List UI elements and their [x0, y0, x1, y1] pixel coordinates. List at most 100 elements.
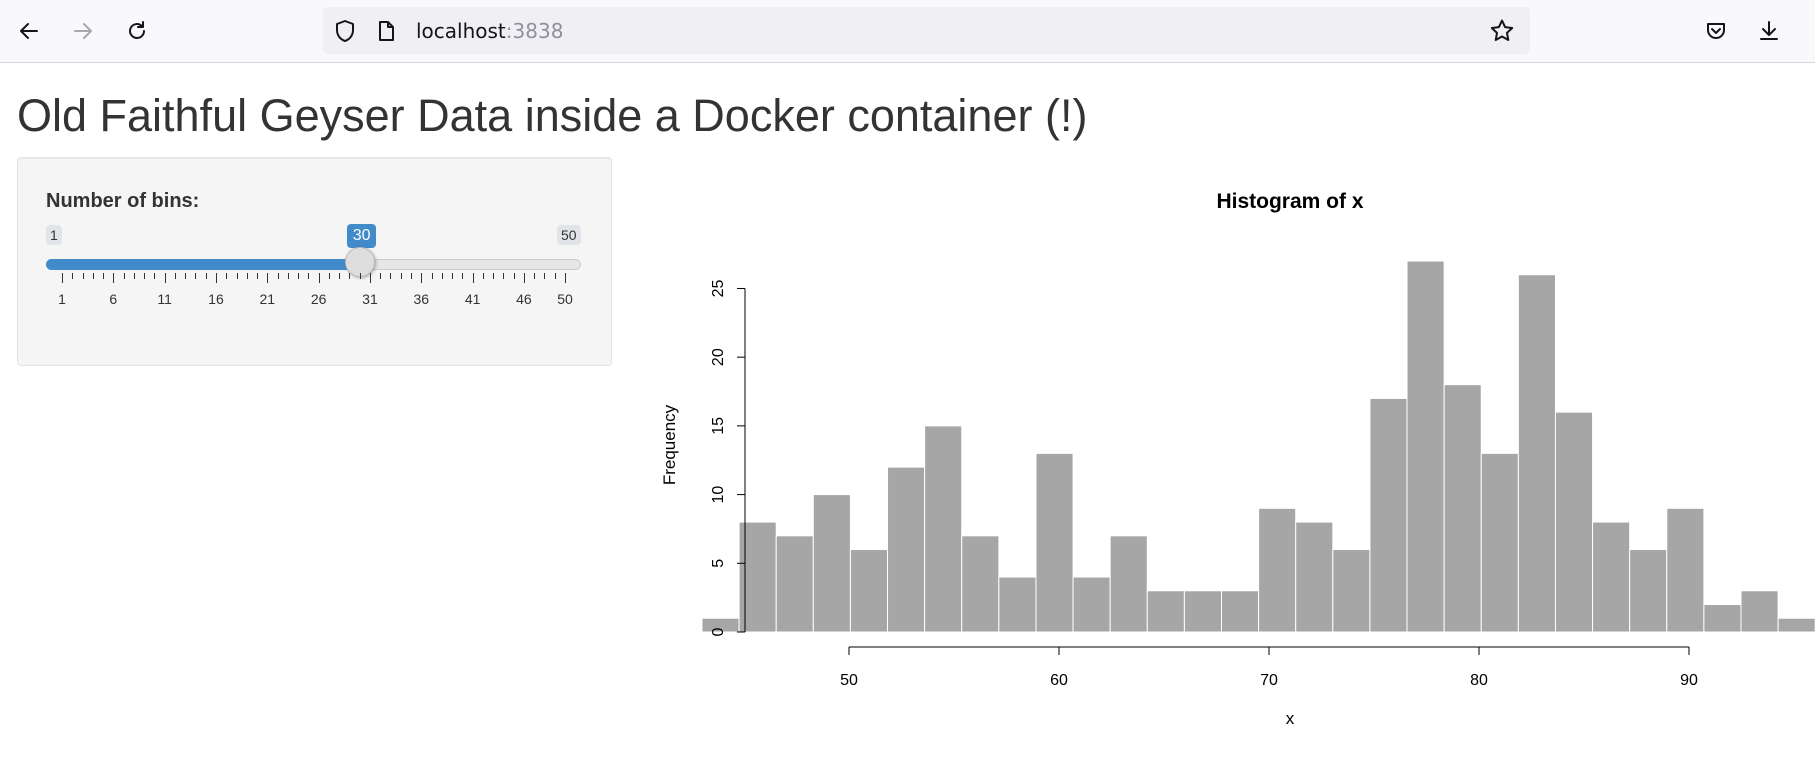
download-icon[interactable] — [1751, 13, 1787, 49]
slider-tick-label: 26 — [310, 291, 327, 307]
histogram-plot: Histogram of x x Frequency 0 5 10 15 20 25 50… — [650, 170, 1815, 750]
browser-toolbar: localhost:3838 — [0, 0, 1815, 63]
slider-tick-label: 16 — [208, 291, 224, 307]
slider-tick — [380, 273, 382, 279]
slider-tick — [236, 273, 238, 279]
slider-tick — [493, 273, 495, 279]
histogram-bar — [1554, 411, 1594, 633]
histogram-svg: Histogram of x x Frequency 0 5 10 15 20 25 50… — [660, 190, 1815, 728]
slider-tick — [174, 273, 176, 279]
slider-tick — [554, 273, 556, 279]
slider-tick-label: 50 — [557, 291, 573, 307]
histogram-bar — [887, 466, 926, 633]
slider-tick — [339, 273, 341, 279]
slider-tick — [123, 273, 125, 279]
slider-fill — [46, 259, 360, 270]
x-tick-label: 70 — [1260, 672, 1278, 689]
x-axis: 50 60 70 80 90 — [840, 646, 1698, 689]
slider-tick — [462, 273, 464, 279]
y-tick-label: 15 — [710, 417, 727, 435]
forward-arrow-icon[interactable] — [65, 13, 101, 49]
slider-max-label: 50 — [557, 225, 581, 245]
slider-tick — [113, 273, 115, 283]
histogram-bar — [1072, 576, 1111, 633]
histogram-bar — [1406, 260, 1445, 633]
histogram-bar — [1183, 590, 1222, 633]
back-arrow-icon[interactable] — [11, 13, 47, 49]
url-host: localhost — [416, 19, 506, 43]
histogram-bar — [1332, 549, 1371, 633]
slider-tick — [82, 273, 84, 279]
y-tick-label: 5 — [710, 559, 727, 568]
slider-tick — [62, 273, 63, 283]
histogram-bar — [1369, 397, 1408, 633]
slider-tick — [534, 273, 536, 279]
histogram-bar — [775, 535, 814, 633]
pocket-icon[interactable] — [1698, 13, 1734, 49]
slider-tick — [164, 273, 166, 283]
slider-tick — [349, 273, 351, 279]
slider-tick — [359, 273, 361, 279]
histogram-bar — [849, 549, 889, 633]
slider-tick — [503, 273, 505, 279]
slider-tick — [185, 273, 187, 279]
slider-tick — [205, 273, 207, 279]
slider-tick — [441, 273, 443, 279]
chart-title: Histogram of x — [1216, 190, 1363, 213]
x-tick-label: 60 — [1050, 672, 1068, 689]
slider-tick — [287, 273, 289, 279]
histogram-bar — [1703, 604, 1742, 633]
bars-group — [701, 260, 1815, 633]
histogram-bar — [924, 425, 963, 633]
x-tick-label: 90 — [1680, 672, 1698, 689]
slider-tick-label: 41 — [464, 291, 481, 307]
slider-tick — [544, 273, 546, 279]
slider-tick — [226, 273, 228, 279]
x-axis-label: x — [1286, 709, 1295, 728]
histogram-bar — [1220, 590, 1260, 633]
shield-icon[interactable] — [332, 18, 358, 44]
slider-tick — [431, 273, 433, 279]
star-icon[interactable] — [1489, 18, 1515, 44]
histogram-bar — [998, 576, 1037, 633]
slider-tick — [144, 273, 146, 279]
slider-tick — [277, 273, 279, 279]
y-tick-label: 20 — [710, 348, 727, 366]
slider-tick — [92, 273, 94, 279]
slider-tick-label: 21 — [259, 291, 276, 307]
slider-tick — [154, 273, 156, 279]
url-bar[interactable]: localhost:3838 — [323, 7, 1530, 54]
histogram-bar — [1146, 590, 1185, 633]
slider-value-label: 30 — [346, 224, 377, 248]
page-icon[interactable] — [373, 18, 399, 44]
url-text[interactable]: localhost:3838 — [416, 19, 563, 43]
sidebar-panel: Number of bins: 1 50 30 1 6 11 16 21 26 31 36 41… — [17, 157, 612, 366]
reload-icon[interactable] — [119, 13, 155, 49]
histogram-bar — [1480, 452, 1519, 633]
slider-tick — [195, 273, 197, 279]
slider-tick-label: 36 — [413, 291, 430, 307]
slider-tick — [257, 273, 259, 279]
slider-tick — [298, 273, 300, 279]
slider-tick — [369, 273, 371, 283]
slider-tick — [421, 273, 423, 283]
slider-tick — [246, 273, 248, 279]
slider-tick — [452, 273, 454, 279]
slider-tick — [523, 273, 525, 283]
slider-tick — [215, 273, 217, 283]
histogram-bar — [1109, 535, 1148, 633]
histogram-bar — [1258, 507, 1297, 633]
slider-tick — [318, 273, 320, 283]
page-title: Old Faithful Geyser Data inside a Docker… — [17, 90, 1088, 141]
slider-tick — [400, 273, 402, 279]
slider-tick — [328, 273, 330, 279]
slider-tick-label: 46 — [516, 291, 532, 307]
slider-min-label: 1 — [46, 225, 62, 245]
slider-tick-label: 31 — [362, 291, 378, 307]
slider-tick — [133, 273, 135, 279]
slider-tick-label: 6 — [109, 291, 118, 307]
histogram-bar — [1777, 617, 1815, 633]
bins-slider[interactable]: 1 50 30 1 6 11 16 21 26 31 36 41 46 50 — [18, 158, 611, 365]
y-tick-label: 25 — [710, 279, 727, 297]
histogram-bar — [1629, 549, 1668, 633]
